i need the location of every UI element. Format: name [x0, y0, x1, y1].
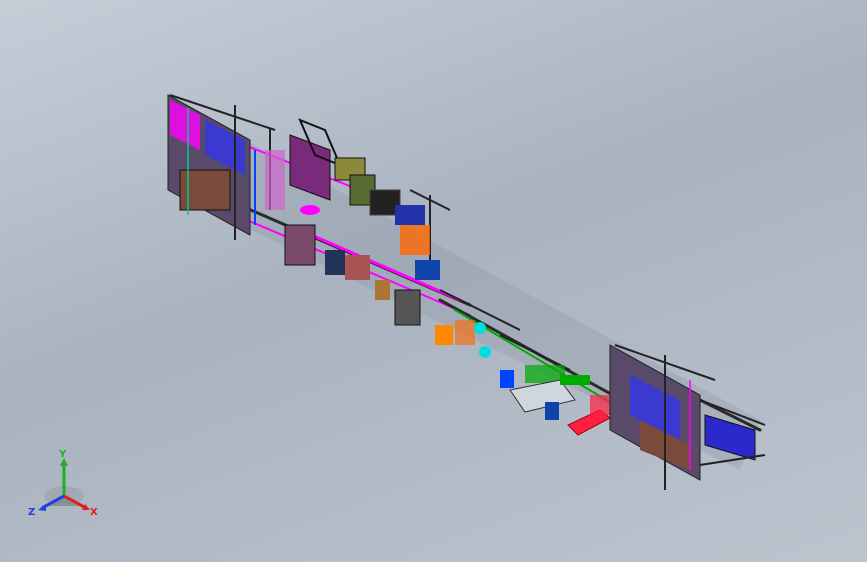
z-axis-label: Z: [28, 507, 35, 518]
x-axis-label: X: [90, 507, 98, 518]
coordinate-triad: Y X Z: [26, 448, 106, 520]
assembly-model[interactable]: [0, 0, 867, 562]
y-axis-label: Y: [58, 449, 67, 460]
cad-viewport[interactable]: Y X Z: [0, 0, 867, 562]
